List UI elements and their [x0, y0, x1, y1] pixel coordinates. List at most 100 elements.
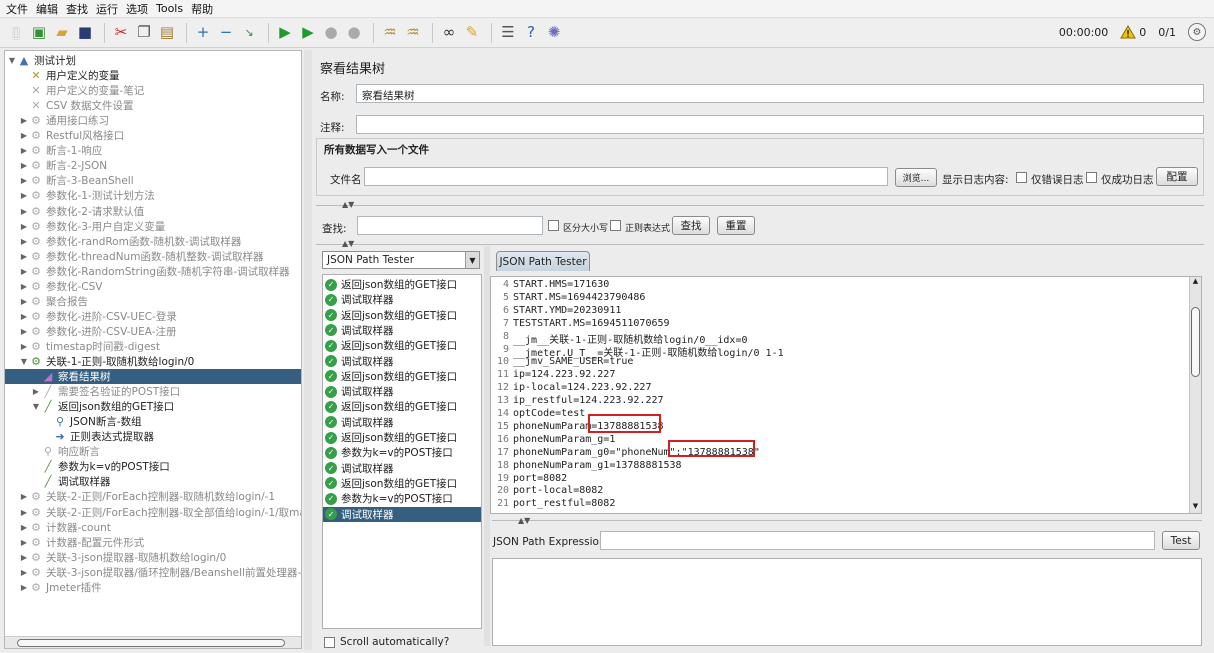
json-path-result-area[interactable]: [492, 558, 1202, 646]
result-item[interactable]: ✓ 返回json数组的GET接口: [323, 308, 481, 323]
clear-icon[interactable]: ♒: [380, 23, 400, 43]
result-item[interactable]: ✓ 返回json数组的GET接口: [323, 430, 481, 445]
tree-node[interactable]: ▶ ⚙ 参数化-RandomString函数-随机字符串-调试取样器: [19, 264, 290, 279]
find-button[interactable]: 查找: [672, 216, 710, 235]
chevron-right-icon[interactable]: ▶: [19, 508, 29, 517]
search-input[interactable]: [357, 216, 543, 235]
tree-node[interactable]: ▶ ⚙ 断言-1-响应: [19, 143, 102, 158]
chevron-right-icon[interactable]: ▶: [19, 568, 29, 577]
tree-node[interactable]: ▼ ▲ 测试计划: [7, 53, 76, 68]
result-item[interactable]: ✓ 调试取样器: [323, 292, 481, 307]
start-icon[interactable]: ▶: [275, 23, 295, 43]
cut-icon[interactable]: ✂: [111, 23, 131, 43]
scrollbar-thumb[interactable]: [17, 639, 285, 647]
save-icon[interactable]: ■: [75, 23, 95, 43]
tree-node[interactable]: ▼ ╱ 返回json数组的GET接口: [31, 399, 174, 414]
collapse-icon[interactable]: −: [216, 23, 236, 43]
tree-node[interactable]: ▶⚙ 关联-2-正则/ForEach控制器-取全部值给login/-1/取matc…: [19, 505, 301, 520]
chevron-right-icon[interactable]: ▶: [19, 297, 29, 306]
remote-icon[interactable]: ✺: [544, 23, 564, 43]
start-no-pause-icon[interactable]: ▶: [298, 23, 318, 43]
comment-field[interactable]: [356, 115, 1204, 134]
tree-node[interactable]: ◢ 察看结果树: [5, 369, 301, 385]
tab-json-path-tester[interactable]: JSON Path Tester: [496, 251, 590, 271]
chevron-right-icon[interactable]: ▶: [19, 161, 29, 170]
menu-item[interactable]: 编辑: [36, 1, 58, 17]
tree-node[interactable]: ▶ ⚙ 参数化-CSV: [19, 279, 103, 294]
tree-node[interactable]: ▶ ⚙ 断言-3-BeanShell: [19, 173, 134, 188]
tree-node[interactable]: ▶ ⚙ 参数化-2-请求默认值: [19, 204, 144, 219]
menu-item[interactable]: 运行: [96, 1, 118, 17]
tree-node[interactable]: ▶ ⚙ 计数器-count: [19, 520, 111, 535]
chevron-right-icon[interactable]: ▶: [19, 191, 29, 200]
chevron-right-icon[interactable]: ▶: [19, 116, 29, 125]
result-item[interactable]: ✓ 返回json数组的GET接口: [323, 369, 481, 384]
chevron-right-icon[interactable]: ▶: [19, 131, 29, 140]
tree-node[interactable]: ▶ ⚙ 聚合报告: [19, 294, 88, 309]
chevron-right-icon[interactable]: ▶: [19, 523, 29, 532]
result-item[interactable]: ✓ 调试取样器: [323, 354, 481, 369]
menu-item[interactable]: 文件: [6, 1, 28, 17]
warning-indicator[interactable]: 0: [1120, 25, 1146, 39]
renderer-select[interactable]: JSON Path Tester ▼: [322, 251, 480, 269]
scroll-automatically-checkbox[interactable]: [324, 636, 335, 648]
errors-only-checkbox[interactable]: [1016, 172, 1027, 183]
result-item[interactable]: ✓ 参数为k=v的POST接口: [323, 491, 481, 506]
toggle-icon[interactable]: ↘: [239, 23, 259, 43]
test-plan-tree[interactable]: ▶ ⚙ Jmeter插件 ▶ ⚙ 关联-3-json提取器/循环控制器/Beanshell…: [4, 50, 302, 649]
chevron-right-icon[interactable]: ▶: [31, 387, 41, 396]
chevron-right-icon[interactable]: ▶: [19, 538, 29, 547]
chevron-right-icon[interactable]: ▶: [19, 252, 29, 261]
response-data-view[interactable]: 21 port_restful=8082 20 port-local=8082 19 po…: [490, 276, 1202, 514]
tree-node[interactable]: ▶ ⚙ timestap时间戳-digest: [19, 339, 160, 354]
tree-node[interactable]: ▶ ⚙ 断言-2-JSON: [19, 158, 107, 173]
chevron-right-icon[interactable]: ▶: [19, 492, 29, 501]
collapse-grip-icon[interactable]: ▲▼: [342, 200, 354, 209]
tree-node[interactable]: ╱ 参数为k=v的POST接口: [31, 459, 170, 474]
tree-node[interactable]: ➜ 正则表达式提取器: [43, 429, 154, 444]
shutdown-icon[interactable]: ●: [344, 23, 364, 43]
success-only-checkbox[interactable]: [1086, 172, 1097, 183]
tree-node[interactable]: ▶ ╱ 需要签名验证的POST接口: [31, 384, 180, 399]
tree-node[interactable]: ▶ ⚙ Restful风格接口: [19, 128, 124, 143]
result-item[interactable]: ✓ 返回json数组的GET接口: [323, 399, 481, 414]
chevron-right-icon[interactable]: ▶: [19, 312, 29, 321]
menu-item[interactable]: 选项: [126, 1, 148, 17]
expand-icon[interactable]: +: [193, 23, 213, 43]
reset-button[interactable]: 重置: [717, 216, 755, 235]
tree-node[interactable]: ▶⚙ 关联-3-json提取器/循环控制器/Beanshell前置处理器-取全部: [19, 565, 301, 580]
tree-node[interactable]: ▶ ⚙ 参数化-1-测试计划方法: [19, 188, 155, 203]
result-item[interactable]: ✓ 返回json数组的GET接口: [323, 277, 481, 292]
scrollbar-thumb[interactable]: [1191, 307, 1200, 377]
search-icon[interactable]: ∞: [439, 23, 459, 43]
tree-node[interactable]: ╱ 调试取样器: [31, 474, 111, 489]
tree-node[interactable]: ▶ ⚙ 计数器-配置元件形式: [19, 535, 144, 550]
open-icon[interactable]: ▰: [52, 23, 72, 43]
result-item[interactable]: ✓ 调试取样器: [323, 384, 481, 399]
main-splitter[interactable]: [304, 50, 312, 650]
tree-node[interactable]: ▶ ⚙ 参数化-threadNum函数-随机整数-调试取样器: [19, 249, 264, 264]
chevron-right-icon[interactable]: ▶: [19, 553, 29, 562]
tree-node[interactable]: ▶ ⚙ 关联-3-json提取器-取随机数给login/0: [19, 550, 226, 565]
chevron-down-icon[interactable]: ▼: [7, 56, 17, 65]
chevron-right-icon[interactable]: ▶: [19, 267, 29, 276]
tree-node[interactable]: ▶ ⚙ 关联-2-正则/ForEach控制器-取随机数给login/-1: [19, 489, 275, 504]
test-button[interactable]: Test: [1162, 531, 1200, 550]
result-item[interactable]: ✓ 返回json数组的GET接口: [323, 338, 481, 353]
scroll-automatically[interactable]: Scroll automatically?: [324, 636, 449, 648]
tree-node[interactable]: ▶ ⚙ 通用接口练习: [19, 113, 109, 128]
result-item[interactable]: ✓ 返回json数组的GET接口: [323, 476, 481, 491]
help-icon[interactable]: ?: [521, 23, 541, 43]
tree-node[interactable]: ⚲ 响应断言: [31, 444, 100, 459]
chevron-right-icon[interactable]: ▶: [19, 583, 29, 592]
chevron-right-icon[interactable]: ▶: [19, 146, 29, 155]
regex-checkbox[interactable]: [610, 220, 621, 231]
tree-node[interactable]: ▼ ⚙ 关联-1-正则-取随机数给login/0: [19, 354, 194, 369]
chevron-right-icon[interactable]: ▶: [19, 237, 29, 246]
json-path-expression-input[interactable]: [600, 531, 1155, 550]
filename-field[interactable]: [364, 167, 888, 186]
tree-node[interactable]: ✕ 用户定义的变量-笔记: [19, 83, 144, 98]
chevron-down-icon[interactable]: ▼: [19, 357, 29, 366]
menu-item[interactable]: 帮助: [191, 1, 213, 17]
configure-button[interactable]: 配置: [1156, 167, 1198, 186]
